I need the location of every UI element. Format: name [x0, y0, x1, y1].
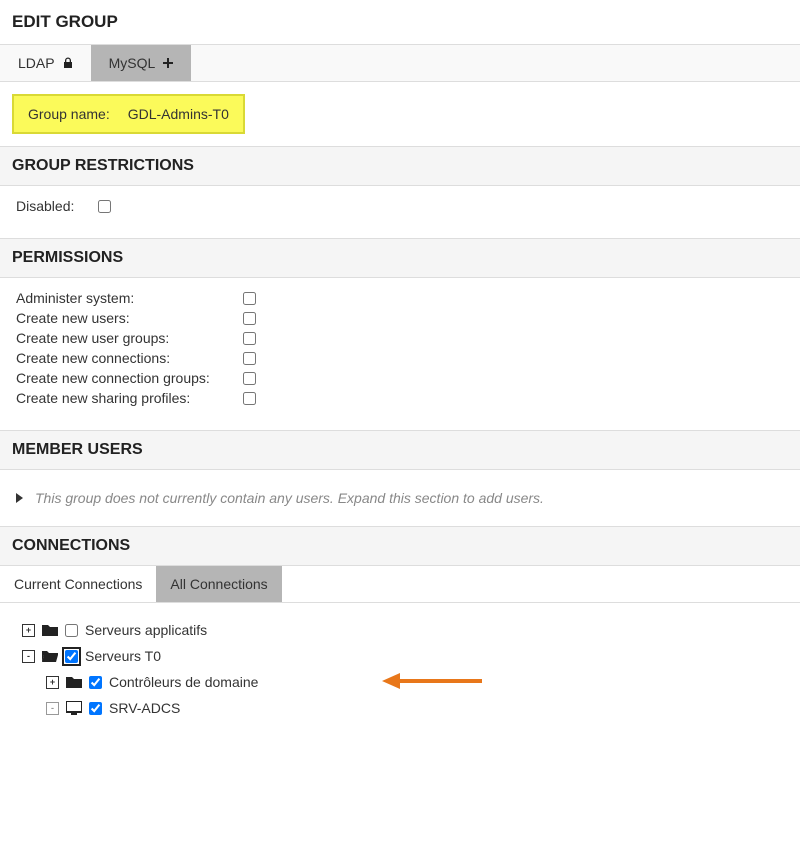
tab-ldap[interactable]: LDAP: [0, 45, 91, 81]
tab-current-connections[interactable]: Current Connections: [0, 566, 156, 602]
group-name-row: Group name: GDL-Admins-T0: [12, 94, 245, 134]
tree-node-controleurs-domaine[interactable]: + Contrôleurs de domaine: [46, 669, 778, 695]
tree-checkbox[interactable]: [65, 624, 78, 637]
connection-tabs: Current Connections All Connections: [0, 566, 800, 603]
annotation-arrow-icon: [382, 671, 482, 691]
tree-node-serveurs-applicatifs[interactable]: + Serveurs applicatifs: [22, 617, 778, 643]
perm-create-connection-groups-checkbox[interactable]: [243, 372, 256, 385]
expand-icon[interactable]: +: [22, 624, 35, 637]
perm-create-user-groups-checkbox[interactable]: [243, 332, 256, 345]
disabled-label: Disabled:: [16, 198, 86, 214]
expand-icon[interactable]: +: [46, 676, 59, 689]
group-name-value: GDL-Admins-T0: [128, 106, 229, 122]
tree-node-label: SRV-ADCS: [109, 700, 180, 716]
perm-label: Create new sharing profiles:: [16, 390, 231, 406]
tab-mysql-label: MySQL: [109, 55, 156, 71]
connections-header: CONNECTIONS: [0, 526, 800, 566]
perm-create-users-checkbox[interactable]: [243, 312, 256, 325]
connection-tree: + Serveurs applicatifs - Serveurs T0 + C…: [0, 603, 800, 761]
member-users-note: This group does not currently contain an…: [35, 490, 544, 506]
page-title: EDIT GROUP: [0, 0, 800, 44]
perm-label: Create new connections:: [16, 350, 231, 366]
tree-node-serveurs-t0[interactable]: - Serveurs T0: [22, 643, 778, 669]
folder-open-icon: [42, 649, 58, 663]
restrictions-header: GROUP RESTRICTIONS: [0, 146, 800, 186]
collapse-icon[interactable]: -: [22, 650, 35, 663]
caret-right-icon: [16, 493, 23, 503]
monitor-icon: [66, 701, 82, 715]
tab-all-connections[interactable]: All Connections: [156, 566, 281, 602]
folder-closed-icon: [42, 623, 58, 637]
perm-create-connections-checkbox[interactable]: [243, 352, 256, 365]
perm-label: Create new user groups:: [16, 330, 231, 346]
tree-checkbox[interactable]: [65, 650, 78, 663]
member-users-header: MEMBER USERS: [0, 430, 800, 470]
permissions-header: PERMISSIONS: [0, 238, 800, 278]
group-name-label: Group name:: [28, 106, 110, 122]
perm-label: Create new connection groups:: [16, 370, 231, 386]
tree-node-label: Serveurs applicatifs: [85, 622, 207, 638]
tree-node-label: Contrôleurs de domaine: [109, 674, 258, 690]
tree-node-srv-adcs[interactable]: - SRV-ADCS: [46, 695, 778, 721]
source-tabs: LDAP MySQL: [0, 44, 800, 82]
perm-label: Create new users:: [16, 310, 231, 326]
collapse-icon[interactable]: -: [46, 702, 59, 715]
perm-label: Administer system:: [16, 290, 231, 306]
member-users-expand-row[interactable]: This group does not currently contain an…: [0, 470, 800, 526]
tab-mysql[interactable]: MySQL: [91, 45, 192, 81]
disabled-checkbox[interactable]: [98, 200, 111, 213]
perm-create-sharing-profiles-checkbox[interactable]: [243, 392, 256, 405]
folder-closed-icon: [66, 675, 82, 689]
tree-checkbox[interactable]: [89, 702, 102, 715]
tree-node-label: Serveurs T0: [85, 648, 161, 664]
tree-checkbox[interactable]: [89, 676, 102, 689]
tab-ldap-label: LDAP: [18, 55, 55, 71]
plus-icon: [163, 58, 173, 68]
lock-icon: [63, 57, 73, 69]
perm-admin-system-checkbox[interactable]: [243, 292, 256, 305]
